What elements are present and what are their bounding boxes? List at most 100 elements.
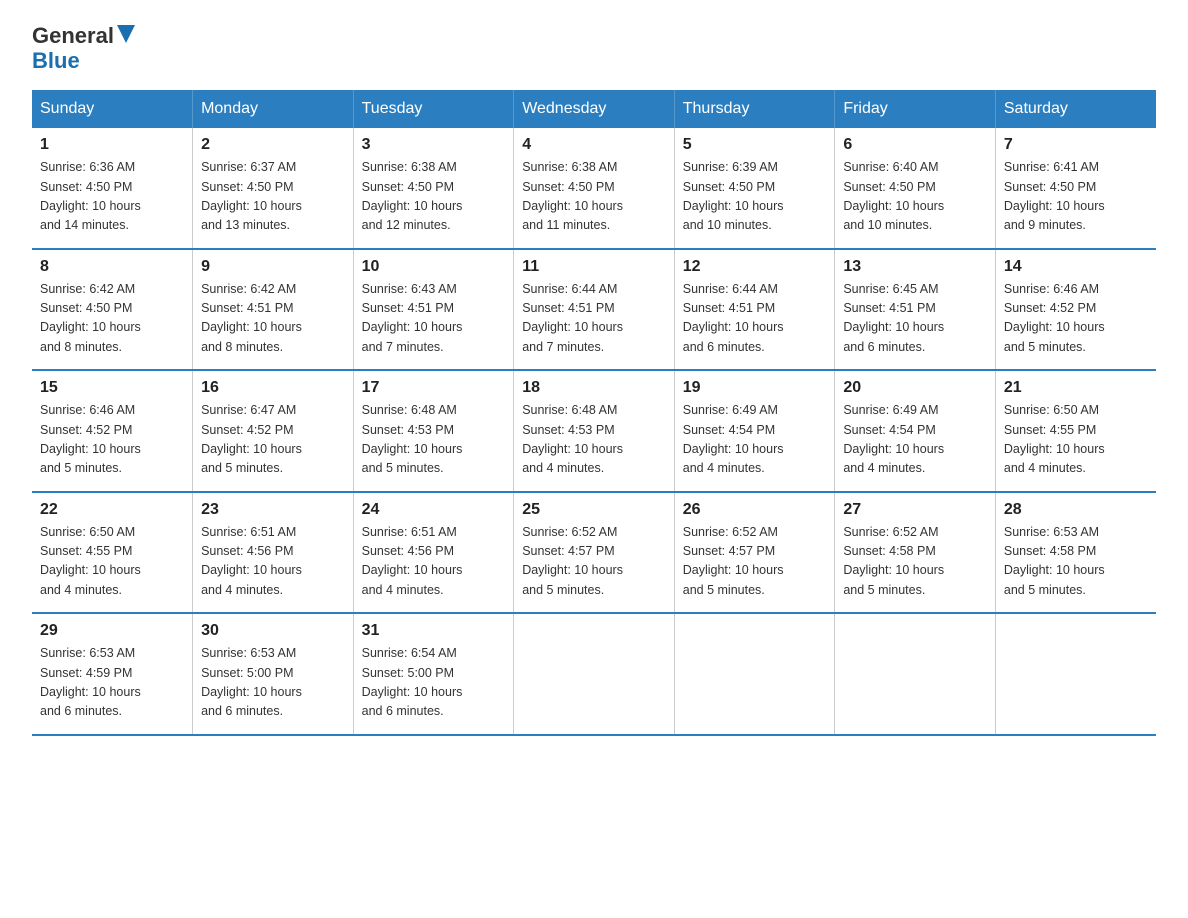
calendar-cell: 20 Sunrise: 6:49 AM Sunset: 4:54 PM Dayl… bbox=[835, 370, 996, 492]
day-info: Sunrise: 6:52 AM Sunset: 4:57 PM Dayligh… bbox=[522, 523, 666, 601]
day-number: 18 bbox=[522, 379, 666, 397]
day-info: Sunrise: 6:38 AM Sunset: 4:50 PM Dayligh… bbox=[362, 158, 506, 236]
day-info: Sunrise: 6:42 AM Sunset: 4:51 PM Dayligh… bbox=[201, 280, 345, 358]
header-thursday: Thursday bbox=[674, 90, 835, 128]
day-number: 28 bbox=[1004, 501, 1148, 519]
calendar-cell: 19 Sunrise: 6:49 AM Sunset: 4:54 PM Dayl… bbox=[674, 370, 835, 492]
header-saturday: Saturday bbox=[995, 90, 1156, 128]
calendar-cell: 22 Sunrise: 6:50 AM Sunset: 4:55 PM Dayl… bbox=[32, 492, 193, 614]
day-number: 26 bbox=[683, 501, 827, 519]
day-info: Sunrise: 6:44 AM Sunset: 4:51 PM Dayligh… bbox=[683, 280, 827, 358]
day-info: Sunrise: 6:36 AM Sunset: 4:50 PM Dayligh… bbox=[40, 158, 184, 236]
header-wednesday: Wednesday bbox=[514, 90, 675, 128]
day-number: 19 bbox=[683, 379, 827, 397]
day-info: Sunrise: 6:45 AM Sunset: 4:51 PM Dayligh… bbox=[843, 280, 987, 358]
day-number: 11 bbox=[522, 258, 666, 276]
day-number: 30 bbox=[201, 622, 345, 640]
day-info: Sunrise: 6:52 AM Sunset: 4:58 PM Dayligh… bbox=[843, 523, 987, 601]
day-info: Sunrise: 6:50 AM Sunset: 4:55 PM Dayligh… bbox=[1004, 401, 1148, 479]
day-info: Sunrise: 6:40 AM Sunset: 4:50 PM Dayligh… bbox=[843, 158, 987, 236]
day-info: Sunrise: 6:51 AM Sunset: 4:56 PM Dayligh… bbox=[201, 523, 345, 601]
day-info: Sunrise: 6:49 AM Sunset: 4:54 PM Dayligh… bbox=[843, 401, 987, 479]
logo-blue: Blue bbox=[32, 48, 80, 74]
calendar-cell: 15 Sunrise: 6:46 AM Sunset: 4:52 PM Dayl… bbox=[32, 370, 193, 492]
calendar-cell: 24 Sunrise: 6:51 AM Sunset: 4:56 PM Dayl… bbox=[353, 492, 514, 614]
calendar-cell: 17 Sunrise: 6:48 AM Sunset: 4:53 PM Dayl… bbox=[353, 370, 514, 492]
calendar-cell: 16 Sunrise: 6:47 AM Sunset: 4:52 PM Dayl… bbox=[193, 370, 354, 492]
day-info: Sunrise: 6:46 AM Sunset: 4:52 PM Dayligh… bbox=[1004, 280, 1148, 358]
day-number: 8 bbox=[40, 258, 184, 276]
day-info: Sunrise: 6:52 AM Sunset: 4:57 PM Dayligh… bbox=[683, 523, 827, 601]
header-sunday: Sunday bbox=[32, 90, 193, 128]
calendar-cell bbox=[995, 613, 1156, 735]
day-number: 9 bbox=[201, 258, 345, 276]
page-header: General Blue bbox=[32, 24, 1156, 74]
calendar-cell: 13 Sunrise: 6:45 AM Sunset: 4:51 PM Dayl… bbox=[835, 249, 996, 371]
calendar-cell: 12 Sunrise: 6:44 AM Sunset: 4:51 PM Dayl… bbox=[674, 249, 835, 371]
calendar-cell: 29 Sunrise: 6:53 AM Sunset: 4:59 PM Dayl… bbox=[32, 613, 193, 735]
header-monday: Monday bbox=[193, 90, 354, 128]
day-number: 3 bbox=[362, 136, 506, 154]
day-number: 23 bbox=[201, 501, 345, 519]
calendar-cell: 27 Sunrise: 6:52 AM Sunset: 4:58 PM Dayl… bbox=[835, 492, 996, 614]
day-number: 6 bbox=[843, 136, 987, 154]
calendar-header-row: SundayMondayTuesdayWednesdayThursdayFrid… bbox=[32, 90, 1156, 128]
calendar-cell: 25 Sunrise: 6:52 AM Sunset: 4:57 PM Dayl… bbox=[514, 492, 675, 614]
calendar-cell: 23 Sunrise: 6:51 AM Sunset: 4:56 PM Dayl… bbox=[193, 492, 354, 614]
day-number: 1 bbox=[40, 136, 184, 154]
day-number: 15 bbox=[40, 379, 184, 397]
calendar-cell: 31 Sunrise: 6:54 AM Sunset: 5:00 PM Dayl… bbox=[353, 613, 514, 735]
day-info: Sunrise: 6:53 AM Sunset: 4:58 PM Dayligh… bbox=[1004, 523, 1148, 601]
day-info: Sunrise: 6:42 AM Sunset: 4:50 PM Dayligh… bbox=[40, 280, 184, 358]
day-info: Sunrise: 6:49 AM Sunset: 4:54 PM Dayligh… bbox=[683, 401, 827, 479]
logo-arrow-icon bbox=[117, 25, 135, 43]
day-number: 22 bbox=[40, 501, 184, 519]
calendar-cell: 8 Sunrise: 6:42 AM Sunset: 4:50 PM Dayli… bbox=[32, 249, 193, 371]
day-info: Sunrise: 6:47 AM Sunset: 4:52 PM Dayligh… bbox=[201, 401, 345, 479]
day-info: Sunrise: 6:51 AM Sunset: 4:56 PM Dayligh… bbox=[362, 523, 506, 601]
calendar-cell: 11 Sunrise: 6:44 AM Sunset: 4:51 PM Dayl… bbox=[514, 249, 675, 371]
day-number: 4 bbox=[522, 136, 666, 154]
calendar-week-row: 29 Sunrise: 6:53 AM Sunset: 4:59 PM Dayl… bbox=[32, 613, 1156, 735]
day-info: Sunrise: 6:38 AM Sunset: 4:50 PM Dayligh… bbox=[522, 158, 666, 236]
day-number: 24 bbox=[362, 501, 506, 519]
day-number: 20 bbox=[843, 379, 987, 397]
day-number: 31 bbox=[362, 622, 506, 640]
day-number: 25 bbox=[522, 501, 666, 519]
calendar-cell bbox=[835, 613, 996, 735]
calendar-cell: 26 Sunrise: 6:52 AM Sunset: 4:57 PM Dayl… bbox=[674, 492, 835, 614]
day-info: Sunrise: 6:39 AM Sunset: 4:50 PM Dayligh… bbox=[683, 158, 827, 236]
calendar-cell bbox=[674, 613, 835, 735]
calendar-cell: 9 Sunrise: 6:42 AM Sunset: 4:51 PM Dayli… bbox=[193, 249, 354, 371]
calendar-cell: 1 Sunrise: 6:36 AM Sunset: 4:50 PM Dayli… bbox=[32, 128, 193, 249]
logo-general: General bbox=[32, 24, 114, 48]
day-number: 29 bbox=[40, 622, 184, 640]
day-info: Sunrise: 6:44 AM Sunset: 4:51 PM Dayligh… bbox=[522, 280, 666, 358]
calendar-table: SundayMondayTuesdayWednesdayThursdayFrid… bbox=[32, 90, 1156, 736]
calendar-cell: 10 Sunrise: 6:43 AM Sunset: 4:51 PM Dayl… bbox=[353, 249, 514, 371]
calendar-week-row: 15 Sunrise: 6:46 AM Sunset: 4:52 PM Dayl… bbox=[32, 370, 1156, 492]
day-info: Sunrise: 6:43 AM Sunset: 4:51 PM Dayligh… bbox=[362, 280, 506, 358]
day-info: Sunrise: 6:37 AM Sunset: 4:50 PM Dayligh… bbox=[201, 158, 345, 236]
calendar-cell: 21 Sunrise: 6:50 AM Sunset: 4:55 PM Dayl… bbox=[995, 370, 1156, 492]
calendar-week-row: 1 Sunrise: 6:36 AM Sunset: 4:50 PM Dayli… bbox=[32, 128, 1156, 249]
calendar-cell: 4 Sunrise: 6:38 AM Sunset: 4:50 PM Dayli… bbox=[514, 128, 675, 249]
calendar-cell: 18 Sunrise: 6:48 AM Sunset: 4:53 PM Dayl… bbox=[514, 370, 675, 492]
day-info: Sunrise: 6:53 AM Sunset: 4:59 PM Dayligh… bbox=[40, 644, 184, 722]
calendar-week-row: 22 Sunrise: 6:50 AM Sunset: 4:55 PM Dayl… bbox=[32, 492, 1156, 614]
header-friday: Friday bbox=[835, 90, 996, 128]
header-tuesday: Tuesday bbox=[353, 90, 514, 128]
day-number: 7 bbox=[1004, 136, 1148, 154]
day-info: Sunrise: 6:41 AM Sunset: 4:50 PM Dayligh… bbox=[1004, 158, 1148, 236]
day-number: 5 bbox=[683, 136, 827, 154]
day-number: 17 bbox=[362, 379, 506, 397]
calendar-cell: 2 Sunrise: 6:37 AM Sunset: 4:50 PM Dayli… bbox=[193, 128, 354, 249]
calendar-cell bbox=[514, 613, 675, 735]
day-info: Sunrise: 6:53 AM Sunset: 5:00 PM Dayligh… bbox=[201, 644, 345, 722]
day-number: 2 bbox=[201, 136, 345, 154]
day-info: Sunrise: 6:50 AM Sunset: 4:55 PM Dayligh… bbox=[40, 523, 184, 601]
day-number: 10 bbox=[362, 258, 506, 276]
calendar-cell: 3 Sunrise: 6:38 AM Sunset: 4:50 PM Dayli… bbox=[353, 128, 514, 249]
calendar-week-row: 8 Sunrise: 6:42 AM Sunset: 4:50 PM Dayli… bbox=[32, 249, 1156, 371]
calendar-cell: 14 Sunrise: 6:46 AM Sunset: 4:52 PM Dayl… bbox=[995, 249, 1156, 371]
